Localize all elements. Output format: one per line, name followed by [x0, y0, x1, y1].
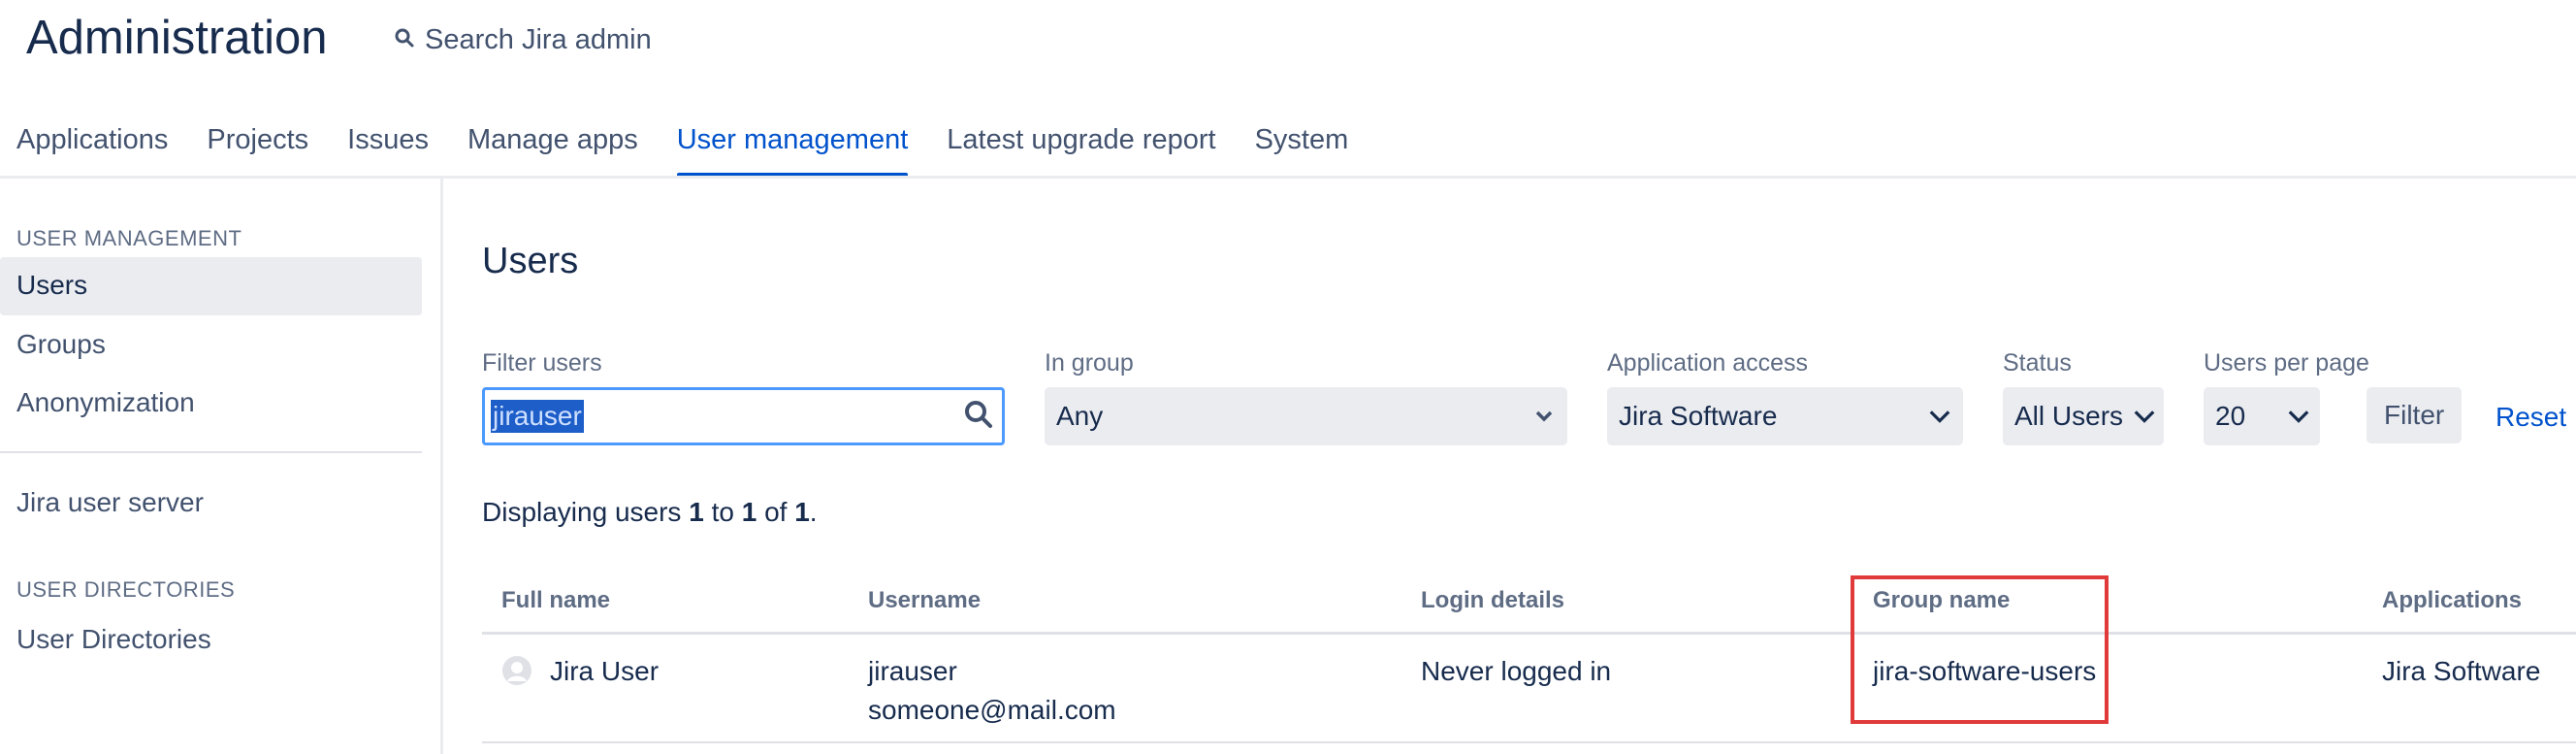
status-select[interactable]: All Users	[2003, 387, 2164, 445]
filter-users-label: Filter users	[482, 349, 602, 377]
chevron-down-icon	[1532, 405, 1556, 428]
users-per-page-label: Users per page	[2204, 349, 2369, 377]
sidebar-divider	[440, 179, 443, 754]
users-per-page-value: 20	[2215, 401, 2246, 431]
user-full-name-link[interactable]: Jira User	[550, 656, 659, 687]
users-per-page-select[interactable]: 20	[2204, 387, 2320, 445]
results-to-word: to	[711, 497, 734, 527]
sidebar-separator	[0, 451, 422, 453]
chevron-down-icon	[2287, 405, 2310, 428]
application-access-label: Application access	[1607, 349, 1809, 377]
results-total: 1	[794, 497, 810, 527]
column-header-login-details: Login details	[1421, 587, 1565, 613]
reset-link[interactable]: Reset	[2496, 402, 2566, 433]
results-suffix: .	[809, 497, 818, 527]
application-access-select[interactable]: Jira Software	[1607, 387, 1963, 445]
in-group-select[interactable]: Any	[1045, 387, 1567, 445]
results-to: 1	[741, 497, 757, 527]
results-prefix: Displaying users	[482, 497, 682, 527]
group-name-highlight-box	[1851, 575, 2109, 724]
in-group-label: In group	[1045, 349, 1134, 377]
results-from: 1	[689, 497, 704, 527]
sidebar-heading-user-management: USER MANAGEMENT	[16, 226, 242, 250]
column-header-username: Username	[868, 587, 982, 613]
user-email-link[interactable]: someone@mail.com	[868, 695, 1116, 726]
chevron-down-icon	[1928, 405, 1951, 428]
tab-system[interactable]: System	[1255, 124, 1349, 176]
sidebar-item-jira-user-server[interactable]: Jira user server	[16, 487, 204, 518]
status-label: Status	[2003, 349, 2072, 377]
sidebar-heading-user-directories: USER DIRECTORIES	[16, 577, 236, 602]
column-header-full-name: Full name	[501, 587, 611, 613]
application-access-value: Jira Software	[1619, 401, 1778, 431]
user-applications: Jira Software	[2382, 656, 2541, 686]
tab-issues[interactable]: Issues	[347, 124, 429, 176]
sidebar-item-anonymization[interactable]: Anonymization	[16, 387, 195, 418]
tab-applications[interactable]: Applications	[16, 124, 168, 176]
tab-latest-upgrade-report[interactable]: Latest upgrade report	[947, 124, 1215, 176]
tab-projects[interactable]: Projects	[207, 124, 308, 176]
search-icon	[394, 21, 415, 58]
tab-user-management[interactable]: User management	[676, 124, 908, 178]
table-row-divider	[482, 741, 2576, 743]
sidebar-item-users[interactable]: Users	[16, 270, 87, 301]
sidebar-item-user-directories[interactable]: User Directories	[16, 624, 211, 655]
chevron-down-icon	[2133, 405, 2156, 428]
nav-divider	[0, 176, 2576, 179]
tab-manage-apps[interactable]: Manage apps	[467, 124, 638, 176]
table-header-divider	[482, 632, 2576, 635]
filter-users-value: jirauser	[491, 400, 584, 433]
top-nav: Applications Projects Issues Manage apps…	[16, 124, 1349, 178]
results-summary: Displaying users 1 to 1 of 1.	[482, 497, 818, 528]
page-title: Administration	[26, 12, 328, 64]
users-heading: Users	[482, 241, 579, 281]
avatar	[501, 655, 532, 691]
search-placeholder: Search Jira admin	[425, 24, 652, 55]
status-value: All Users	[2014, 401, 2124, 431]
results-of-word: of	[764, 497, 788, 527]
search-admin[interactable]: Search Jira admin	[394, 21, 652, 58]
search-icon	[963, 399, 994, 435]
column-header-applications: Applications	[2382, 587, 2523, 613]
in-group-value: Any	[1056, 401, 1104, 431]
filter-button[interactable]: Filter	[2367, 387, 2463, 443]
user-username: jirauser	[868, 656, 957, 686]
user-login-details: Never logged in	[1421, 656, 1612, 686]
filter-users-input[interactable]: jirauser	[482, 387, 1005, 445]
sidebar-item-groups[interactable]: Groups	[16, 329, 106, 360]
